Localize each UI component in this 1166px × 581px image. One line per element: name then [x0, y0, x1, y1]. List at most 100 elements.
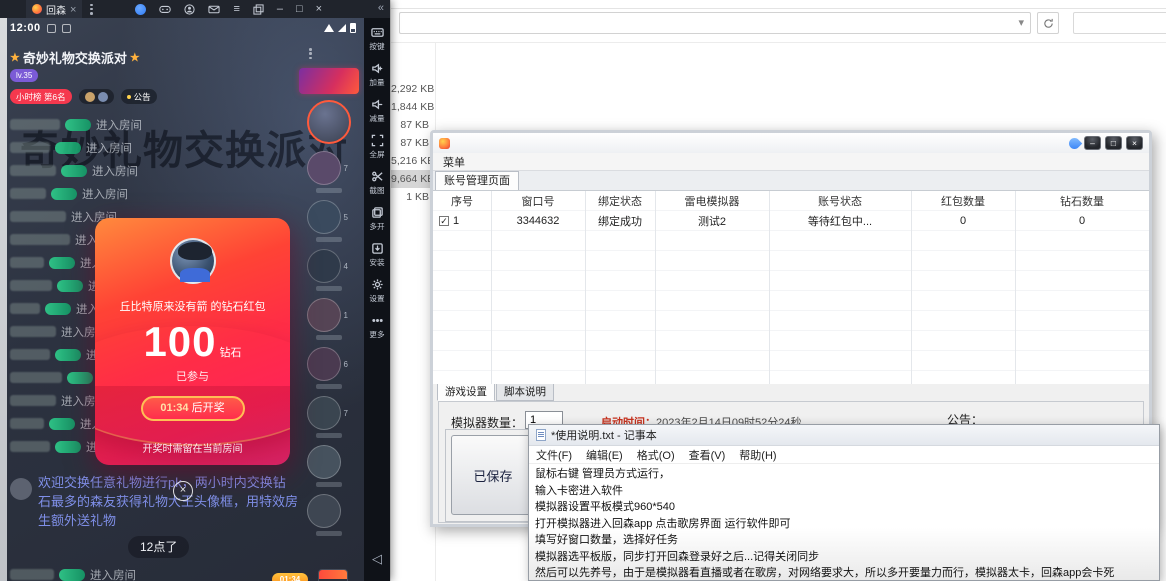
- row-checkbox[interactable]: [439, 216, 449, 226]
- host-avatar[interactable]: [307, 100, 351, 144]
- notepad-menu-item[interactable]: 格式(O): [630, 447, 682, 463]
- search-input[interactable]: [1073, 12, 1166, 34]
- file-size-cell[interactable]: 87 KB: [391, 116, 433, 134]
- mic-seat[interactable]: 5: [307, 200, 352, 234]
- notepad-menu-item[interactable]: 编辑(E): [579, 447, 630, 463]
- sidebar-item-more[interactable]: 更多: [369, 314, 385, 340]
- sidebar-item-fullscreen[interactable]: 全屏: [369, 134, 385, 160]
- avatar[interactable]: [307, 151, 341, 185]
- sidebar-item-label: 多开: [369, 221, 384, 231]
- mic-seat[interactable]: [307, 494, 352, 528]
- tab-game-settings[interactable]: 游戏设置: [437, 383, 495, 401]
- table-row[interactable]: 1 3344632 绑定成功 测试2 等待红包中... 0 0: [433, 211, 1149, 231]
- countdown-button[interactable]: 01:34 后开奖: [141, 396, 245, 421]
- avatar[interactable]: [307, 445, 341, 479]
- col-header[interactable]: 绑定状态: [585, 193, 655, 209]
- file-size-cell[interactable]: 5,216 KB: [391, 152, 433, 170]
- mic-seat[interactable]: 4: [307, 249, 352, 283]
- guest-badge[interactable]: [79, 89, 114, 104]
- avatar[interactable]: [307, 494, 341, 528]
- sidebar-item-volume-up[interactable]: 加量: [369, 62, 385, 88]
- notepad-menu-item[interactable]: 查看(V): [682, 447, 733, 463]
- address-bar-input[interactable]: ▾: [399, 12, 1031, 34]
- avatar[interactable]: [307, 249, 341, 283]
- emulator-tab[interactable]: 回森: [26, 0, 82, 18]
- popup-close-button[interactable]: ×: [173, 481, 193, 501]
- maximize-button[interactable]: □: [1105, 136, 1122, 150]
- col-header[interactable]: 钻石数量: [1015, 193, 1149, 209]
- col-header[interactable]: 雷电模拟器: [655, 193, 769, 209]
- collapse-sidebar-icon[interactable]: «: [378, 2, 384, 14]
- minimize-button[interactable]: –: [1084, 136, 1101, 150]
- tab-account-management[interactable]: 账号管理页面: [435, 171, 519, 190]
- packet-timer-chip[interactable]: 01:34: [272, 573, 308, 581]
- mail-icon[interactable]: [208, 5, 220, 14]
- hour-rank-badge[interactable]: 小时榜 第6名: [10, 89, 72, 104]
- col-header[interactable]: 序号: [433, 193, 491, 209]
- avatar[interactable]: [307, 396, 341, 430]
- sidebar-item-install-apk[interactable]: 安装: [369, 242, 385, 268]
- col-header[interactable]: 红包数量: [911, 193, 1015, 209]
- maximize-button[interactable]: □: [296, 3, 303, 15]
- resize-window-icon[interactable]: [253, 4, 264, 15]
- avatar[interactable]: [10, 478, 32, 500]
- notepad-title-bar[interactable]: *使用说明.txt - 记事本: [529, 425, 1159, 446]
- menu-item[interactable]: 菜单: [433, 154, 475, 170]
- user-icon[interactable]: [184, 4, 195, 15]
- cell-bind-status: 绑定成功: [585, 213, 655, 229]
- manager-title-bar[interactable]: – □ ×: [433, 133, 1149, 153]
- top-rank-widget[interactable]: Top.1: [318, 569, 348, 581]
- notepad-menu-item[interactable]: 帮助(H): [732, 447, 783, 463]
- sidebar-item-volume-down[interactable]: 减量: [369, 98, 385, 124]
- sidebar-item-screenshot[interactable]: 截图: [369, 170, 385, 196]
- close-button[interactable]: ×: [1126, 136, 1143, 150]
- mic-seat[interactable]: 6: [307, 347, 352, 381]
- tab-script-help[interactable]: 脚本说明: [496, 383, 554, 401]
- tab-close-icon[interactable]: [70, 0, 76, 18]
- packet-footer-note: 开奖时需留在当前房间: [95, 440, 290, 455]
- mic-seat[interactable]: 7: [307, 151, 352, 185]
- activity-banner[interactable]: [299, 68, 359, 94]
- room-more-icon[interactable]: [309, 48, 312, 59]
- mic-seat[interactable]: 1: [307, 298, 352, 332]
- notepad-text-area[interactable]: 鼠标右键 管理员方式运行， 输入卡密进入软件 模拟器设置平板模式960*540 …: [529, 464, 1159, 580]
- chat-join-row: 进入房间: [10, 563, 300, 581]
- file-size-cell[interactable]: 9,664 KB: [391, 170, 433, 188]
- sidebar-item-multi-instance[interactable]: 多开: [369, 206, 385, 232]
- android-back-icon[interactable]: ◁: [372, 551, 382, 567]
- room-level-badge[interactable]: lv.35: [10, 69, 38, 82]
- col-header[interactable]: 账号状态: [769, 193, 911, 209]
- room-badges-row: 小时榜 第6名 公告: [10, 89, 157, 104]
- notice-badge[interactable]: 公告: [121, 89, 157, 104]
- wifi-icon: [324, 24, 334, 32]
- refresh-button[interactable]: [1037, 12, 1059, 34]
- wealth-level-badge: [55, 441, 81, 453]
- avatar[interactable]: [307, 347, 341, 381]
- file-size-cell[interactable]: 87 KB: [391, 134, 433, 152]
- file-size-cell[interactable]: 2,292 KB: [391, 80, 433, 98]
- avatar[interactable]: [307, 298, 341, 332]
- minimize-button[interactable]: –: [277, 3, 283, 15]
- emulator-title-bar[interactable]: 回森 ≡ – □ × «: [0, 0, 390, 18]
- mic-seat[interactable]: 7: [307, 396, 352, 430]
- notepad-line: 输入卡密进入软件: [535, 483, 1159, 500]
- mic-seat[interactable]: [307, 445, 352, 479]
- divider: [391, 42, 1166, 43]
- assistant-logo-icon[interactable]: [135, 4, 146, 15]
- star-icon: ★: [10, 51, 20, 64]
- menu-lines-icon[interactable]: ≡: [233, 3, 239, 15]
- username-blurred: [10, 211, 66, 222]
- chevron-down-icon[interactable]: ▾: [1018, 16, 1024, 29]
- sidebar-item-settings[interactable]: 设置: [369, 278, 385, 304]
- tab-menu-icon[interactable]: [90, 4, 93, 15]
- close-button[interactable]: ×: [316, 3, 322, 15]
- gamepad-icon[interactable]: [159, 4, 171, 14]
- col-header[interactable]: 窗口号: [491, 193, 585, 209]
- sidebar-item-keymap[interactable]: 按键: [369, 26, 385, 52]
- saved-button[interactable]: 已保存: [451, 435, 535, 515]
- file-size-cell[interactable]: 1,844 KB: [391, 98, 433, 116]
- avatar[interactable]: [307, 200, 341, 234]
- notepad-line: 然后可以先养号，由于是模拟器看直播或者在歌房，对网络要求大，所以多开要量力而行，…: [535, 565, 1159, 580]
- file-size-cell[interactable]: 1 KB: [391, 188, 433, 206]
- notepad-menu-item[interactable]: 文件(F): [529, 447, 579, 463]
